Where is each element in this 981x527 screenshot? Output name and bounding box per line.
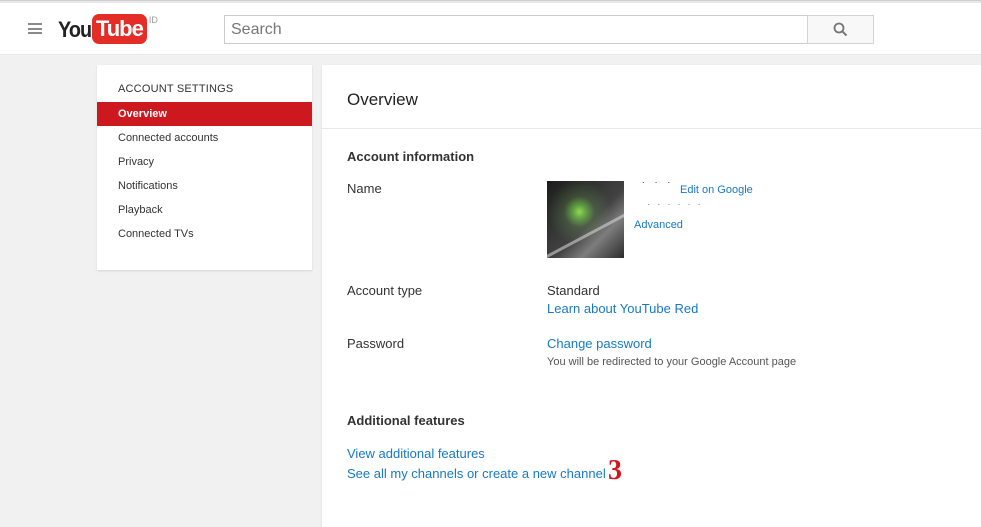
sidebar-item-connected-tvs[interactable]: Connected TVs — [97, 222, 312, 246]
change-password-link[interactable]: Change password — [547, 336, 652, 351]
sidebar-heading: ACCOUNT SETTINGS — [118, 83, 234, 95]
profile-avatar[interactable] — [547, 181, 624, 258]
account-type-label: Account type — [347, 283, 423, 298]
sidebar-item-playback[interactable]: Playback — [97, 198, 312, 222]
logo-tube-text: Tube — [91, 14, 147, 44]
masthead: You Tube ID — [0, 3, 981, 55]
sidebar-item-connected-accounts[interactable]: Connected accounts — [97, 126, 312, 150]
see-all-channels-link[interactable]: See all my channels or create a new chan… — [347, 466, 606, 481]
account-settings-sidebar: ACCOUNT SETTINGS Overview Connected acco… — [97, 65, 312, 270]
sidebar-item-privacy[interactable]: Privacy — [97, 150, 312, 174]
sidebar-item-overview[interactable]: Overview — [97, 102, 312, 126]
additional-features-heading: Additional features — [347, 413, 465, 428]
name-label: Name — [347, 181, 382, 196]
redirect-note: You will be redirected to your Google Ac… — [547, 356, 797, 368]
account-type-value: Standard — [547, 283, 600, 298]
edit-on-google-link[interactable]: Edit on Google — [680, 184, 753, 196]
account-information-heading: Account information — [347, 149, 475, 164]
search-input[interactable] — [224, 15, 808, 44]
redacted-name: ˙ ˙ ˙ — [642, 181, 675, 193]
search-icon — [833, 22, 848, 37]
sidebar-item-notifications[interactable]: Notifications — [97, 174, 312, 198]
logo-region-code: ID — [148, 15, 158, 25]
search-button[interactable] — [807, 15, 874, 44]
title-divider — [322, 128, 981, 129]
annotation-marker: 3 — [608, 455, 622, 486]
overview-panel: Overview Account information Name ˙ ˙ ˙ … — [322, 65, 981, 527]
view-additional-features-link[interactable]: View additional features — [347, 446, 485, 461]
password-label: Password — [347, 336, 405, 351]
learn-youtube-red-link[interactable]: Learn about YouTube Red — [547, 301, 698, 316]
redacted-email: · · · · · · — [647, 199, 703, 210]
advanced-link[interactable]: Advanced — [634, 219, 683, 231]
youtube-logo[interactable]: You Tube ID — [58, 14, 158, 46]
guide-menu-icon[interactable] — [28, 23, 42, 34]
logo-you-text: You — [58, 17, 92, 42]
page-title: Overview — [347, 90, 418, 109]
